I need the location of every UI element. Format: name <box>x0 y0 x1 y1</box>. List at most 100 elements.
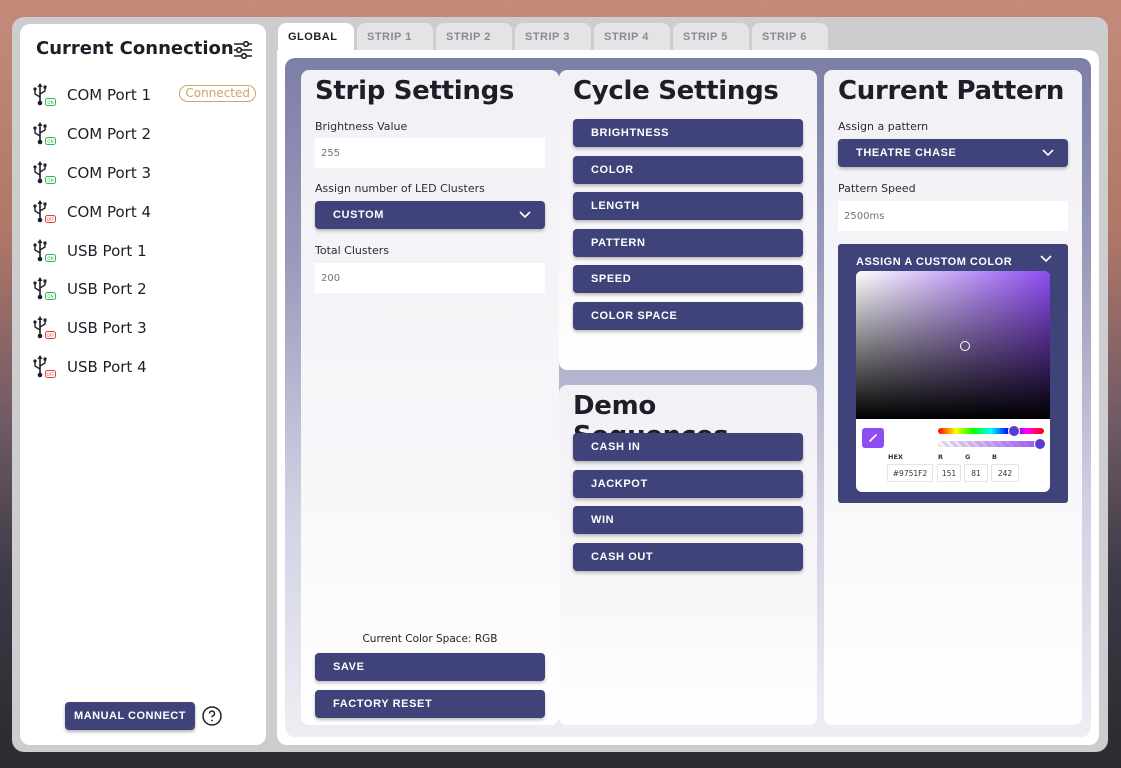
saturation-area[interactable] <box>856 271 1050 419</box>
pattern-speed-label: Pattern Speed <box>838 182 916 195</box>
svg-text:OFF: OFF <box>47 217 55 222</box>
port-item[interactable]: ON USB Port 2 <box>30 270 266 309</box>
hex-input[interactable]: #9751F2 <box>887 464 933 482</box>
speed-button[interactable]: SPEED <box>573 265 803 293</box>
g-label: G <box>965 453 971 461</box>
tab-strip-2[interactable]: STRIP 2 <box>436 23 512 50</box>
total-clusters-input[interactable] <box>315 263 545 293</box>
port-item[interactable]: OFF USB Port 4 <box>30 348 266 387</box>
chevron-down-icon[interactable] <box>1040 254 1052 264</box>
connection-sidebar: Current Connection ON COM Port 1 Connected… <box>20 24 266 745</box>
tab-strip-3[interactable]: STRIP 3 <box>515 23 591 50</box>
current-pattern-title: Current Pattern <box>838 76 1065 106</box>
usb-on-icon: ON <box>32 160 56 186</box>
usb-off-icon: OFF <box>32 354 56 380</box>
hex-label: HEX <box>888 453 903 461</box>
usb-on-icon: ON <box>32 121 56 147</box>
tab-strip-1[interactable]: STRIP 1 <box>357 23 433 50</box>
port-list: ON COM Port 1 Connected ON COM Port 2 ON COM P… <box>30 76 266 386</box>
alpha-slider-handle[interactable] <box>1034 438 1046 450</box>
pattern-select-value: THEATRE CHASE <box>856 147 957 159</box>
usb-off-icon: OFF <box>32 315 56 341</box>
port-item[interactable]: OFF COM Port 4 <box>30 192 266 231</box>
hue-slider-handle[interactable] <box>1008 425 1020 437</box>
chevron-down-icon <box>1042 149 1054 157</box>
r-label: R <box>938 453 944 461</box>
eyedropper-icon <box>869 434 877 442</box>
svg-text:OFF: OFF <box>47 372 55 377</box>
main-background: Strip Settings Brightness Value Assign n… <box>285 58 1091 737</box>
svg-text:ON: ON <box>47 178 53 183</box>
manual-connect-button[interactable]: MANUAL CONNECT <box>65 702 195 730</box>
port-label: USB Port 4 <box>67 357 147 376</box>
tab-strip-4[interactable]: STRIP 4 <box>594 23 670 50</box>
port-label: COM Port 2 <box>67 125 152 144</box>
win-button[interactable]: WIN <box>573 506 803 534</box>
custom-color-header[interactable]: ASSIGN A CUSTOM COLOR <box>856 256 1012 268</box>
port-label: COM Port 4 <box>67 202 152 221</box>
save-button[interactable]: SAVE <box>315 653 545 681</box>
tab-strip-6[interactable]: STRIP 6 <box>752 23 828 50</box>
clusters-label: Assign number of LED Clusters <box>315 182 485 195</box>
clusters-select[interactable]: CUSTOM <box>315 201 545 229</box>
custom-color-section: ASSIGN A CUSTOM COLOR HEX R G B #9751F2 … <box>838 244 1068 503</box>
factory-reset-button[interactable]: FACTORY RESET <box>315 690 545 718</box>
b-input[interactable]: 242 <box>991 464 1019 482</box>
svg-text:ON: ON <box>47 139 53 144</box>
usb-on-icon: ON <box>32 276 56 302</box>
saturation-handle[interactable] <box>960 341 970 351</box>
sidebar-title: Current Connection <box>36 38 234 59</box>
strip-settings-title: Strip Settings <box>315 76 515 106</box>
g-input[interactable]: 81 <box>964 464 988 482</box>
jackpot-button[interactable]: JACKPOT <box>573 469 803 498</box>
color-button[interactable]: COLOR <box>573 155 803 184</box>
svg-text:ON: ON <box>47 294 53 299</box>
port-label: USB Port 1 <box>67 241 147 260</box>
brightness-label: Brightness Value <box>315 120 408 133</box>
port-label: USB Port 2 <box>67 280 147 299</box>
port-label: USB Port 3 <box>67 319 147 338</box>
brightness-input[interactable] <box>315 138 545 168</box>
pattern-select[interactable]: THEATRE CHASE <box>838 139 1068 167</box>
length-button[interactable]: LENGTH <box>573 192 803 220</box>
svg-text:ON: ON <box>47 100 53 105</box>
alpha-slider[interactable] <box>938 441 1044 447</box>
b-label: B <box>992 453 997 461</box>
assign-pattern-label: Assign a pattern <box>838 120 929 133</box>
sliders-icon[interactable] <box>233 41 253 59</box>
color-space-button[interactable]: COLOR SPACE <box>573 301 803 330</box>
chevron-down-icon <box>519 211 531 219</box>
port-item[interactable]: ON COM Port 2 <box>30 115 266 154</box>
tab-global[interactable]: GLOBAL <box>278 23 354 51</box>
usb-on-icon: ON <box>32 82 56 108</box>
color-space-note: Current Color Space: RGB <box>362 633 498 645</box>
pattern-speed-input[interactable] <box>838 201 1068 231</box>
r-input[interactable]: 151 <box>937 464 961 482</box>
brightness-button[interactable]: BRIGHTNESS <box>573 119 803 147</box>
eyedropper-button[interactable] <box>862 428 884 448</box>
usb-on-icon: ON <box>32 238 56 264</box>
port-item[interactable]: OFF USB Port 3 <box>30 309 266 348</box>
tab-strip-5[interactable]: STRIP 5 <box>673 23 749 50</box>
cash-in-button[interactable]: CASH IN <box>573 433 803 461</box>
total-clusters-label: Total Clusters <box>315 244 389 257</box>
color-picker: HEX R G B #9751F2 151 81 242 <box>856 271 1050 492</box>
main-content: Strip Settings Brightness Value Assign n… <box>277 50 1099 745</box>
usb-off-icon: OFF <box>32 199 56 225</box>
strip-settings-panel: Strip Settings Brightness Value Assign n… <box>301 70 559 725</box>
cycle-settings-panel: Cycle Settings BRIGHTNESS COLOR LENGTH PATT… <box>559 70 817 370</box>
cycle-settings-title: Cycle Settings <box>573 76 779 106</box>
port-item[interactable]: ON COM Port 1 Connected <box>30 76 266 115</box>
pattern-button[interactable]: PATTERN <box>573 228 803 257</box>
cash-out-button[interactable]: CASH OUT <box>573 542 803 571</box>
port-item[interactable]: ON COM Port 3 <box>30 154 266 193</box>
current-pattern-panel: Current Pattern Assign a pattern THEATRE… <box>824 70 1082 725</box>
help-icon[interactable] <box>202 706 222 726</box>
hue-slider[interactable] <box>938 428 1044 434</box>
clusters-select-value: CUSTOM <box>333 209 385 221</box>
svg-text:ON: ON <box>47 255 53 260</box>
port-label: COM Port 3 <box>67 163 152 182</box>
port-item[interactable]: ON USB Port 1 <box>30 231 266 270</box>
port-label: COM Port 1 <box>67 86 152 105</box>
demo-sequences-panel: Demo Sequences CASH INJACKPOTWINCASH OUT <box>559 385 817 725</box>
